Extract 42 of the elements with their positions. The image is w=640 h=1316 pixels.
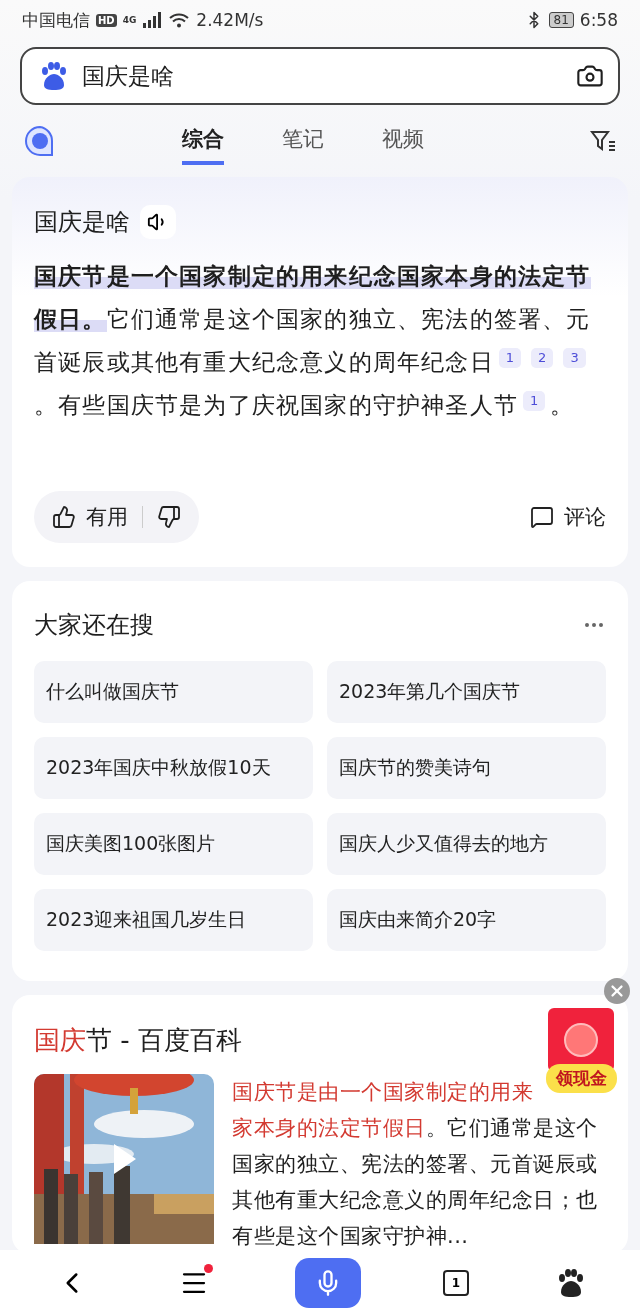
clock-time: 6:58: [579, 10, 618, 30]
close-button[interactable]: [604, 978, 630, 1004]
citation-link[interactable]: 3: [563, 347, 586, 368]
related-search-chip[interactable]: 国庆节的赞美诗句: [327, 737, 606, 799]
tab-count-button[interactable]: 1: [443, 1270, 469, 1296]
citation-link[interactable]: 1: [523, 390, 546, 411]
network-type: 4G: [122, 15, 137, 25]
network-speed: 2.42M/s: [196, 10, 264, 30]
thumbs-down-icon[interactable]: [157, 505, 181, 529]
thumbs-up-icon: [52, 505, 76, 529]
search-query: 国庆是啥: [82, 61, 175, 91]
battery-level: 81: [548, 12, 574, 28]
result-summary: 家本身的法定节假日。它们通常是这个国家的独立、宪法的签署、元首诞辰或其他有重大纪念意义的周年纪念日；也有些是这个国家守护神...: [232, 1115, 599, 1250]
cash-reward-label[interactable]: 领现金: [545, 1064, 617, 1093]
result-summary-first-line: 国庆节是由一个国家制定的用来: [232, 1079, 533, 1106]
related-search-chip[interactable]: 2023年国庆中秋放假10天: [34, 737, 313, 799]
tab[interactable]: 综合: [182, 117, 224, 165]
speaker-button[interactable]: [140, 205, 176, 239]
related-search-chip[interactable]: 2023年第几个国庆节: [327, 661, 606, 723]
result-title[interactable]: 国庆节 - 百度百科: [34, 1023, 242, 1058]
signal-icon: [142, 12, 163, 28]
related-search-chip[interactable]: 什么叫做国庆节: [34, 661, 313, 723]
wifi-icon: [168, 12, 191, 28]
section-title: 大家还在搜: [34, 610, 154, 641]
useful-button[interactable]: 有用: [52, 503, 128, 531]
close-icon: [608, 982, 626, 1000]
citation-link[interactable]: 1: [498, 347, 522, 368]
related-search-chip[interactable]: 国庆由来简介20字: [327, 889, 606, 951]
answer-title: 国庆是啥: [34, 207, 130, 238]
filter-icon[interactable]: [590, 130, 616, 152]
carrier-name: 中国电信: [22, 8, 90, 32]
tab[interactable]: 笔记: [282, 117, 324, 165]
hd-badge: HD: [96, 13, 117, 27]
search-field[interactable]: 国庆是啥: [20, 47, 620, 105]
related-search-chip[interactable]: 国庆美图100张图片: [34, 813, 313, 875]
related-search-chip[interactable]: 国庆人少又值得去的地方: [327, 813, 606, 875]
tab[interactable]: 视频: [382, 117, 424, 165]
comment-button[interactable]: 评论: [530, 503, 606, 531]
comment-icon: [530, 505, 554, 529]
citation-link[interactable]: 2: [531, 347, 554, 368]
related-search-chip[interactable]: 2023迎来祖国几岁生日: [34, 889, 313, 951]
voice-search-button[interactable]: [295, 1258, 361, 1308]
